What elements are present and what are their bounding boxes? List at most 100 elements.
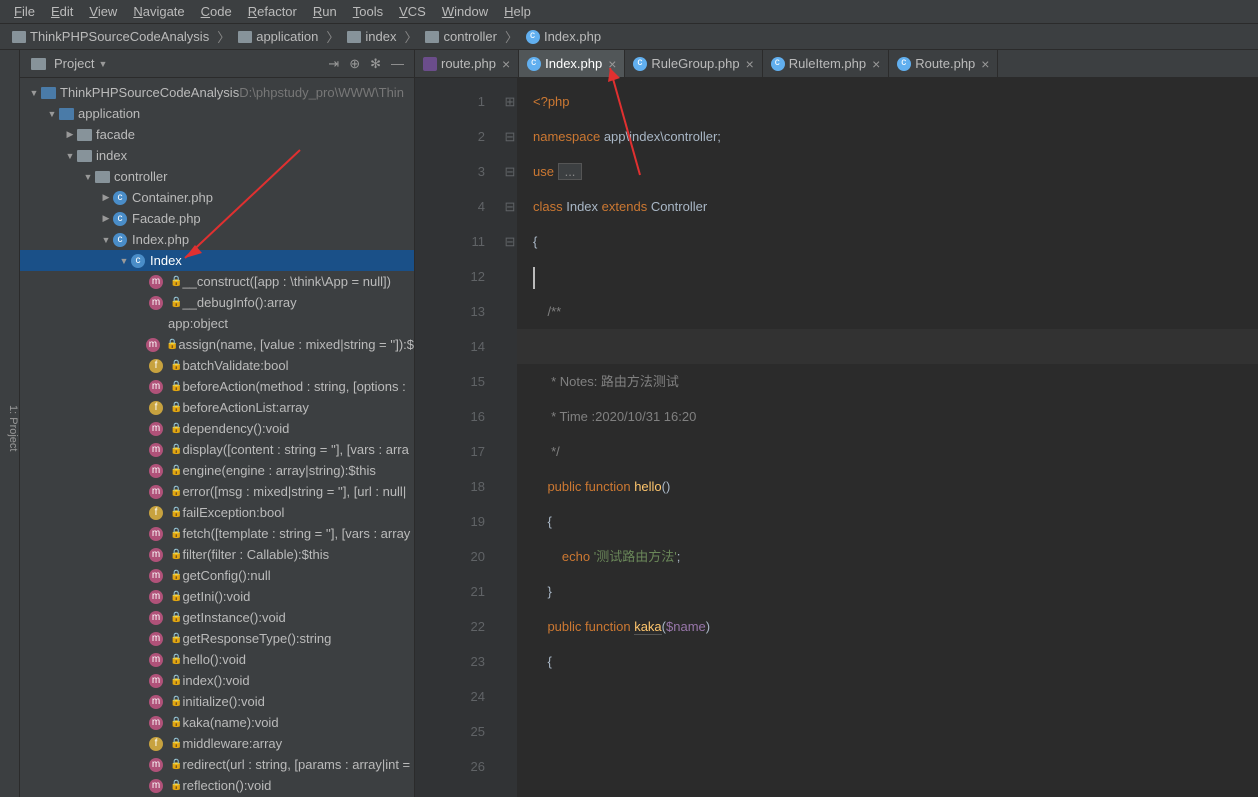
- locate-icon[interactable]: ⊕: [349, 56, 360, 72]
- method-icon: m: [148, 568, 164, 584]
- tree-row[interactable]: m🔒hello():void: [20, 649, 414, 670]
- method-icon: m: [148, 484, 164, 500]
- breadcrumb-item[interactable]: ThinkPHPSourceCodeAnalysis: [8, 27, 213, 46]
- menu-code[interactable]: Code: [193, 2, 240, 21]
- method-icon: m: [148, 295, 164, 311]
- editor-tab[interactable]: RuleItem.php×: [763, 50, 890, 77]
- dropdown-icon[interactable]: ▼: [98, 59, 107, 69]
- field-icon: f: [148, 736, 164, 752]
- tree-row[interactable]: m🔒__debugInfo():array: [20, 292, 414, 313]
- menu-tools[interactable]: Tools: [345, 2, 391, 21]
- method-icon: m: [148, 274, 164, 290]
- tree-row[interactable]: m🔒redirect(url : string, [params : array…: [20, 754, 414, 775]
- menu-run[interactable]: Run: [305, 2, 345, 21]
- tree-row[interactable]: m🔒assign(name, [value : mixed|string = '…: [20, 334, 414, 355]
- folder-icon: [58, 106, 74, 122]
- tree-row[interactable]: m🔒getConfig():null: [20, 565, 414, 586]
- php-icon: [771, 57, 785, 71]
- tree-row[interactable]: m🔒beforeAction(method : string, [options…: [20, 376, 414, 397]
- tree-row[interactable]: f🔒failException:bool: [20, 502, 414, 523]
- menubar: FileEditViewNavigateCodeRefactorRunTools…: [0, 0, 1258, 24]
- php-file-icon: c: [112, 211, 128, 227]
- tree-row[interactable]: m🔒getResponseType():string: [20, 628, 414, 649]
- php-file-icon: c: [112, 190, 128, 206]
- menu-navigate[interactable]: Navigate: [125, 2, 192, 21]
- project-tree: ▼ThinkPHPSourceCodeAnalysis D:\phpstudy_…: [20, 78, 414, 797]
- menu-vcs[interactable]: VCS: [391, 2, 434, 21]
- tree-row[interactable]: m🔒error([msg : mixed|string = ''], [url …: [20, 481, 414, 502]
- code-content[interactable]: <?phpnamespace app\index\controller;use …: [517, 78, 1258, 797]
- method-icon: m: [148, 610, 164, 626]
- method-icon: m: [148, 778, 164, 794]
- tree-row[interactable]: ▶cFacade.php: [20, 208, 414, 229]
- method-icon: m: [148, 526, 164, 542]
- method-icon: m: [148, 547, 164, 563]
- tree-row[interactable]: ▼cIndex.php: [20, 229, 414, 250]
- tree-row[interactable]: ▶cContainer.php: [20, 187, 414, 208]
- tree-row[interactable]: m🔒initialize():void: [20, 691, 414, 712]
- editor-tab[interactable]: RuleGroup.php×: [625, 50, 762, 77]
- gear-icon[interactable]: ✻: [370, 56, 381, 72]
- breadcrumb-item[interactable]: application: [234, 27, 322, 46]
- tree-row[interactable]: m🔒kaka(name):void: [20, 712, 414, 733]
- php-icon: [897, 57, 911, 71]
- close-icon[interactable]: ×: [746, 56, 754, 72]
- fold-column[interactable]: ⊞⊟⊟⊟⊟: [503, 78, 517, 797]
- php-icon: [527, 57, 541, 71]
- line-gutter: 123411121314151617181920212223242526: [415, 78, 503, 797]
- tree-row[interactable]: ▼index: [20, 145, 414, 166]
- tree-row[interactable]: m🔒getIni():void: [20, 586, 414, 607]
- tree-row[interactable]: ▼controller: [20, 166, 414, 187]
- editor-tab[interactable]: Route.php×: [889, 50, 998, 77]
- tree-row[interactable]: app:object: [20, 313, 414, 334]
- collapse-icon[interactable]: ⇥: [328, 56, 339, 72]
- close-icon[interactable]: ×: [981, 56, 989, 72]
- method-icon: m: [148, 757, 164, 773]
- close-icon[interactable]: ×: [872, 56, 880, 72]
- route-icon: [423, 57, 437, 71]
- class-icon: c: [130, 253, 146, 269]
- editor-tab[interactable]: route.php×: [415, 50, 519, 77]
- tree-row[interactable]: m🔒display([content : string = ''], [vars…: [20, 439, 414, 460]
- method-icon: m: [148, 715, 164, 731]
- hide-icon[interactable]: —: [391, 56, 404, 72]
- tree-row[interactable]: f🔒beforeActionList:array: [20, 397, 414, 418]
- tree-row[interactable]: m🔒engine(engine : array|string):$this: [20, 460, 414, 481]
- tree-row[interactable]: m🔒index():void: [20, 670, 414, 691]
- breadcrumb-item[interactable]: index: [343, 27, 400, 46]
- menu-window[interactable]: Window: [434, 2, 496, 21]
- folder-icon: [76, 148, 92, 164]
- left-rail[interactable]: 1: Project: [0, 50, 20, 797]
- close-icon[interactable]: ×: [608, 56, 616, 72]
- menu-view[interactable]: View: [81, 2, 125, 21]
- folder-icon: [40, 85, 56, 101]
- breadcrumb-item[interactable]: Index.php: [522, 27, 605, 46]
- folder-icon: [347, 31, 361, 43]
- tree-row[interactable]: ▼cIndex: [20, 250, 414, 271]
- close-icon[interactable]: ×: [502, 56, 510, 72]
- tree-row[interactable]: m🔒reflection():void: [20, 775, 414, 796]
- tree-row[interactable]: m🔒dependency():void: [20, 418, 414, 439]
- tree-row[interactable]: ▶facade: [20, 124, 414, 145]
- tree-row[interactable]: m🔒__construct([app : \think\App = null]): [20, 271, 414, 292]
- tree-row[interactable]: ▼ThinkPHPSourceCodeAnalysis D:\phpstudy_…: [20, 82, 414, 103]
- tree-row[interactable]: m🔒fetch([template : string = ''], [vars …: [20, 523, 414, 544]
- method-icon: m: [148, 694, 164, 710]
- method-icon: m: [148, 589, 164, 605]
- tree-row[interactable]: f🔒batchValidate:bool: [20, 355, 414, 376]
- folder-icon: [76, 127, 92, 143]
- tree-row[interactable]: m🔒getInstance():void: [20, 607, 414, 628]
- tree-row[interactable]: ▼application: [20, 103, 414, 124]
- code-editor[interactable]: 123411121314151617181920212223242526 ⊞⊟⊟…: [415, 78, 1258, 797]
- menu-help[interactable]: Help: [496, 2, 539, 21]
- folder-icon: [425, 31, 439, 43]
- tree-row[interactable]: m🔒filter(filter : Callable):$this: [20, 544, 414, 565]
- editor-area: route.php×Index.php×RuleGroup.php×RuleIt…: [415, 50, 1258, 797]
- menu-refactor[interactable]: Refactor: [240, 2, 305, 21]
- editor-tab[interactable]: Index.php×: [519, 50, 625, 77]
- method-icon: m: [146, 337, 160, 353]
- tree-row[interactable]: f🔒middleware:array: [20, 733, 414, 754]
- menu-file[interactable]: File: [6, 2, 43, 21]
- menu-edit[interactable]: Edit: [43, 2, 81, 21]
- breadcrumb-item[interactable]: controller: [421, 27, 500, 46]
